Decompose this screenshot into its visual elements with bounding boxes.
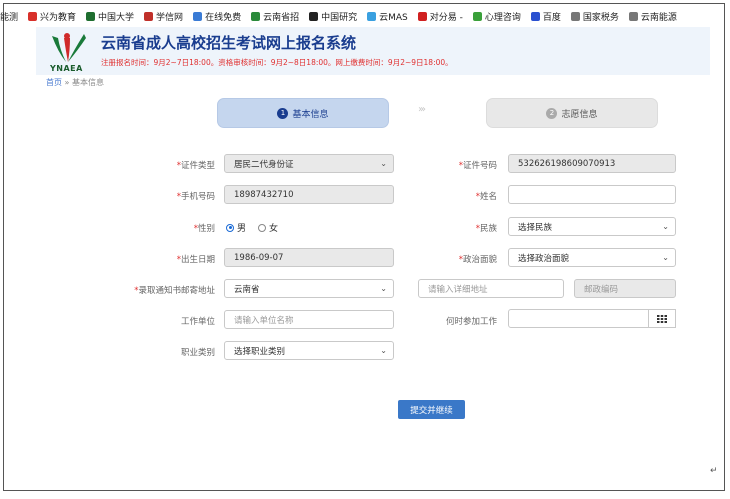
work-unit-input[interactable]: 请输入单位名称 (224, 310, 394, 329)
phone-label: *手机号码 (176, 192, 215, 202)
site-notice: 注册报名时间：9月2~7日18:00。资格审核时间：9月2~8日18:00。网上… (101, 58, 453, 67)
submit-continue-button[interactable]: 提交并继续 (398, 400, 465, 419)
bookmark-favicon-icon (472, 11, 482, 21)
bookmark-label: 兴为教育 (40, 12, 77, 23)
bookmark-item[interactable]: 云南能源 (628, 10, 677, 23)
bookmark-label: 云南省招 (263, 12, 300, 23)
breadcrumb-separator: » (64, 78, 70, 87)
step-basic-info[interactable]: 1 基本信息 (217, 98, 389, 128)
step-volunteer-info[interactable]: 2 志愿信息 (486, 98, 658, 128)
bookmark-item[interactable]: 云MAS (367, 10, 408, 23)
bookmark-label: 在线免费 (205, 12, 242, 23)
bookmark-label: 云MAS (379, 12, 408, 23)
address-label: *录取通知书邮寄地址 (134, 286, 215, 296)
phone-field[interactable]: 18987432710 (224, 185, 394, 204)
postcode-field[interactable]: 邮政编码 (574, 279, 676, 298)
radio-unchecked-icon (258, 223, 266, 232)
calendar-icon[interactable] (649, 309, 676, 328)
birth-date-field[interactable]: 1986-09-07 (224, 248, 394, 267)
work-start-field[interactable] (508, 309, 649, 328)
bookmark-item[interactable]: 百度 (530, 10, 561, 23)
bookmark-favicon-icon (309, 11, 319, 21)
step-arrows-icon: ››› (418, 104, 426, 115)
chevron-down-icon: ⌄ (662, 222, 669, 231)
bookmark-label: 百度 (542, 12, 561, 23)
bookmark-item[interactable]: 中国研究 (309, 10, 357, 23)
bookmark-label: 中国大学 (98, 12, 135, 23)
chevron-down-icon: ⌄ (662, 253, 669, 262)
page-frame (3, 3, 725, 491)
bookmark-item[interactable]: 中国大学 (86, 10, 134, 23)
bookmark-label: 国家税务 (582, 12, 619, 23)
province-select[interactable]: 云南省 ⌄ (224, 279, 394, 298)
ethnicity-label: *民族 (475, 224, 497, 234)
bookmark-favicon-icon (251, 11, 261, 21)
name-label: *姓名 (475, 192, 497, 202)
step-number-2: 2 (546, 107, 558, 119)
bookmark-favicon-icon (628, 11, 638, 21)
bookmark-item[interactable]: 云南省招 (251, 10, 299, 23)
breadcrumb-home-link[interactable]: 首页 (46, 78, 62, 87)
gender-label: *性别 (193, 224, 215, 234)
bookmark-label: 学信网 (156, 12, 184, 23)
bookmark-item[interactable]: 心理咨询 (472, 10, 521, 23)
id-number-label: *证件号码 (458, 161, 497, 171)
bookmark-favicon-icon (193, 11, 203, 21)
address-detail-input[interactable]: 请输入详细地址 (418, 279, 564, 298)
bookmark-favicon-icon (28, 11, 38, 21)
bookmark-favicon-icon (570, 11, 580, 21)
bookmark-label: 云南能源 (640, 12, 677, 23)
bookmark-item[interactable]: 兴为教育 (28, 10, 76, 23)
id-type-select[interactable]: 居民二代身份证 ⌄ (224, 154, 394, 173)
politics-label: *政治面貌 (458, 255, 497, 265)
logo-text: YNAEA (50, 64, 83, 73)
breadcrumb-current: 基本信息 (72, 78, 104, 87)
bookmark-label: 对分易 - (429, 12, 463, 23)
job-type-select[interactable]: 选择职业类别 ⌄ (224, 341, 394, 360)
bookmark-favicon-icon (417, 11, 427, 21)
bookmark-favicon-icon (530, 11, 540, 21)
ethnicity-select[interactable]: 选择民族 ⌄ (508, 217, 676, 236)
bookmark-item[interactable]: 能测 (0, 10, 18, 23)
step-label-2: 志愿信息 (561, 109, 598, 120)
birth-label: *出生日期 (176, 255, 215, 265)
bookmark-item[interactable]: 对分易 - (417, 10, 463, 23)
bookmark-label: 心理咨询 (484, 12, 521, 23)
bookmark-label: 能测 (0, 12, 19, 23)
bookmark-favicon-icon (144, 11, 154, 21)
radio-checked-icon (226, 223, 234, 232)
id-type-label: *证件类型 (176, 161, 215, 171)
breadcrumb: 首页 » 基本信息 (46, 77, 104, 88)
step-number-1: 1 (277, 107, 289, 119)
step-label-1: 基本信息 (292, 109, 329, 120)
return-mark: ↵ (710, 466, 718, 476)
bookmark-favicon-icon (86, 11, 96, 21)
bookmark-item[interactable]: 学信网 (144, 10, 183, 23)
name-field[interactable] (508, 185, 676, 204)
bookmark-item[interactable]: 国家税务 (570, 10, 619, 23)
work-unit-label: 工作单位 (180, 317, 215, 327)
chevron-down-icon: ⌄ (380, 284, 387, 293)
bookmark-item[interactable]: 在线免费 (193, 10, 241, 23)
bookmark-favicon-icon (367, 11, 377, 21)
work-start-label: 何时参加工作 (445, 317, 497, 327)
bookmark-label: 中国研究 (321, 12, 358, 23)
id-number-field[interactable]: 532626198609070913 (508, 154, 676, 173)
bookmark-bar: 能测 兴为教育 中国大学 学信网 在线免费 云南省招 中国研究 云MAS 对分易 - 心理咨询 百度… (0, 5, 730, 27)
gender-female-radio[interactable]: 女 (258, 221, 278, 234)
gender-male-radio[interactable]: 男 (226, 221, 246, 234)
job-type-label: 职业类别 (180, 348, 215, 358)
site-title: 云南省成人高校招生考试网上报名系统 (101, 34, 357, 52)
chevron-down-icon: ⌄ (380, 346, 387, 355)
politics-select[interactable]: 选择政治面貌 ⌄ (508, 248, 676, 267)
